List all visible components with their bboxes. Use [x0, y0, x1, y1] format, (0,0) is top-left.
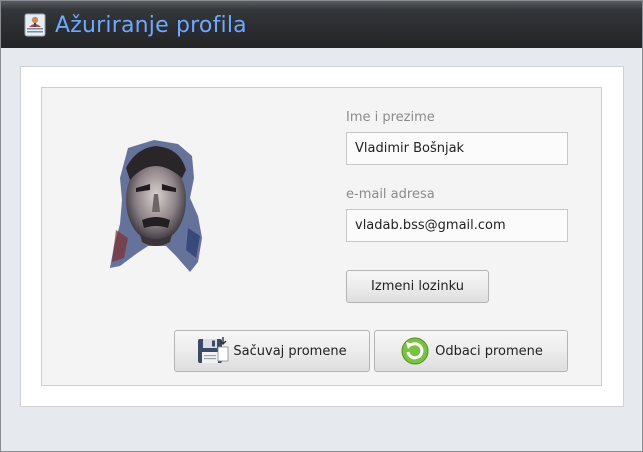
name-field[interactable]: Vladimir Bošnjak: [346, 132, 568, 165]
save-changes-button[interactable]: Sačuvaj promene: [174, 330, 370, 372]
profile-window: Ažuriranje profila Ime i prezime Vladimi…: [0, 0, 643, 452]
refresh-icon: [401, 337, 429, 365]
save-changes-label: Sačuvaj promene: [233, 343, 347, 359]
title-bar: Ažuriranje profila: [1, 1, 642, 48]
change-password-label: Izmeni lozinku: [371, 279, 464, 294]
profile-form-panel: Ime i prezime Vladimir Bošnjak e-mail ad…: [41, 87, 602, 386]
name-label: Ime i prezime: [346, 110, 435, 125]
profile-photo: [110, 140, 202, 272]
floppy-disk-icon: [198, 337, 229, 363]
email-label: e-mail adresa: [346, 187, 435, 202]
window-title: Ažuriranje profila: [55, 13, 247, 38]
content-panel: Ime i prezime Vladimir Bošnjak e-mail ad…: [20, 66, 624, 407]
change-password-button[interactable]: Izmeni lozinku: [346, 270, 489, 303]
email-field[interactable]: vladab.bss@gmail.com: [346, 209, 568, 242]
discard-changes-button[interactable]: Odbaci promene: [374, 330, 568, 372]
user-profile-icon: [24, 13, 46, 37]
discard-changes-label: Odbaci promene: [435, 343, 543, 359]
